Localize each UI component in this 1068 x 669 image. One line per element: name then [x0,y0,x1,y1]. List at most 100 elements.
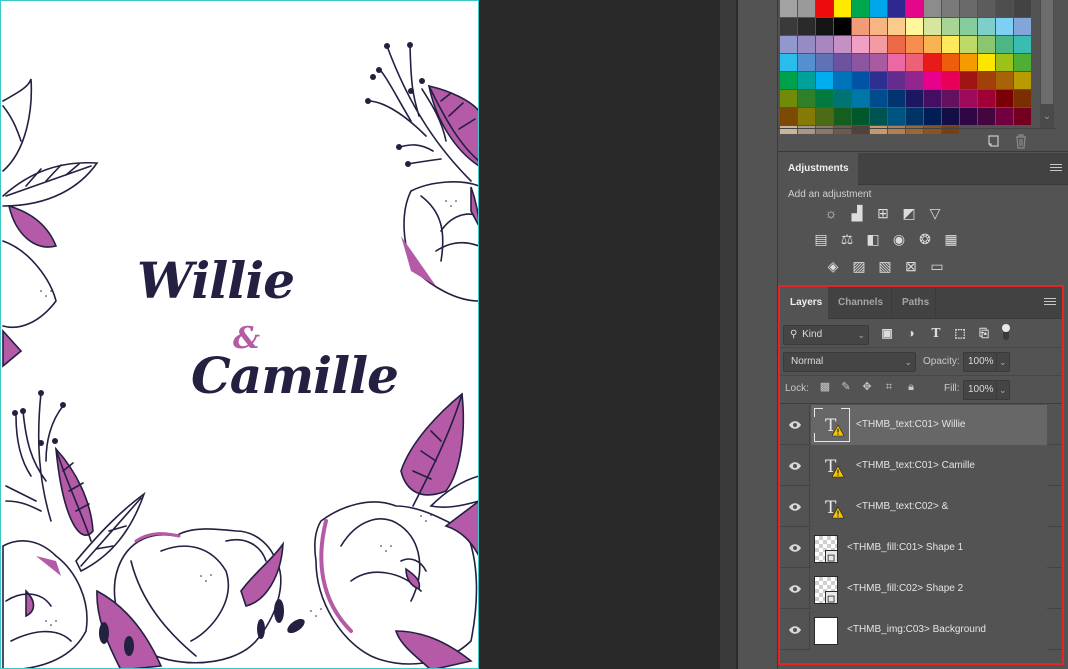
swatch[interactable] [942,36,959,53]
document-canvas[interactable]: Willie & Camille [0,0,479,669]
text-layer-warning-icon[interactable]: T [823,456,845,478]
swatch[interactable] [780,108,797,125]
threshold-icon[interactable]: ▧ [876,258,894,275]
swatch[interactable] [978,36,995,53]
channel-mixer-icon[interactable]: ❂ [916,231,934,248]
swatch[interactable] [960,0,977,17]
layer-row[interactable]: <THMB_img:C03> Background [780,610,1062,650]
swatch[interactable] [996,72,1013,89]
swatch[interactable] [942,72,959,89]
filter-kind-select[interactable]: ⚲ Kind ⌄ [783,325,869,345]
visibility-toggle[interactable] [780,528,810,568]
swatch[interactable] [906,90,923,107]
visibility-toggle[interactable] [780,610,810,650]
layer-item[interactable]: <THMB_img:C03> Background [811,610,1047,650]
swatch[interactable] [924,72,941,89]
swatch[interactable] [960,18,977,35]
swatch[interactable] [870,36,887,53]
lock-artboard-icon[interactable]: ⌗ [882,380,896,394]
swatch[interactable] [1014,0,1031,17]
swatch[interactable] [906,72,923,89]
gradient-map-icon[interactable]: ▭ [928,258,946,275]
swatch[interactable] [798,108,815,125]
swatch[interactable] [798,90,815,107]
vibrance-icon[interactable]: ▽ [926,205,944,222]
swatch[interactable] [942,54,959,71]
swatch[interactable] [852,54,869,71]
new-swatch-icon[interactable] [986,134,1000,148]
swatch[interactable] [996,90,1013,107]
swatch[interactable] [852,72,869,89]
swatch[interactable] [906,18,923,35]
swatch[interactable] [852,18,869,35]
swatch[interactable] [942,0,959,17]
lock-all-icon[interactable]: 🔒︎ [904,380,918,394]
swatch[interactable] [816,90,833,107]
hue-saturation-icon[interactable]: ▤ [812,231,830,248]
swatch[interactable] [978,18,995,35]
panel-divider[interactable] [720,0,737,669]
swatch[interactable] [996,36,1013,53]
swatch[interactable] [978,54,995,71]
swatch[interactable] [906,0,923,17]
swatch[interactable] [924,0,941,17]
image-layer-thumbnail[interactable] [814,617,838,645]
visibility-toggle[interactable] [780,405,810,445]
swatch[interactable] [852,90,869,107]
scrollbar-thumb[interactable] [1041,0,1053,104]
tab-adjustments[interactable]: Adjustments [778,153,858,185]
delete-swatch-icon[interactable] [1014,133,1028,149]
swatch[interactable] [816,108,833,125]
color-lookup-icon[interactable]: ▦ [942,231,960,248]
canvas-area[interactable]: Willie & Camille [0,0,720,669]
swatch[interactable] [888,72,905,89]
swatch[interactable] [852,36,869,53]
text-camille[interactable]: Camille [191,346,399,405]
swatch[interactable] [870,0,887,17]
layer-row[interactable]: T <THMB_text:C01> Willie [780,405,1062,445]
swatch[interactable] [978,90,995,107]
swatch[interactable] [798,36,815,53]
swatch[interactable] [888,36,905,53]
swatch[interactable] [960,54,977,71]
swatch[interactable] [870,54,887,71]
layer-row[interactable]: <THMB_fill:C01> Shape 1 [780,528,1062,568]
swatch[interactable] [924,18,941,35]
swatch[interactable] [960,72,977,89]
swatch[interactable] [1014,108,1031,125]
swatch[interactable] [942,108,959,125]
swatch[interactable] [996,54,1013,71]
swatch[interactable] [870,18,887,35]
tab-layers[interactable]: Layers [780,287,828,319]
layer-row[interactable]: T <THMB_text:C01> Camille [780,446,1062,486]
layer-name[interactable]: <THMB_img:C03> Background [847,610,986,650]
swatch[interactable] [816,54,833,71]
swatch[interactable] [834,0,851,17]
swatch[interactable] [996,0,1013,17]
posterize-icon[interactable]: ▨ [850,258,868,275]
swatch[interactable] [798,54,815,71]
swatch[interactable] [816,72,833,89]
exposure-icon[interactable]: ◩ [900,205,918,222]
swatch[interactable] [996,18,1013,35]
layer-item[interactable]: T <THMB_text:C01> Willie [811,405,1047,445]
visibility-toggle[interactable] [780,487,810,527]
swatch[interactable] [1014,54,1031,71]
blend-mode-select[interactable]: Normal ⌄ [783,352,916,372]
swatch[interactable] [1014,72,1031,89]
swatch[interactable] [906,54,923,71]
swatch[interactable] [870,108,887,125]
swatch[interactable] [888,90,905,107]
tab-channels[interactable]: Channels [828,287,892,319]
swatch[interactable] [888,0,905,17]
layer-name[interactable]: <THMB_fill:C02> Shape 2 [847,569,963,609]
swatch[interactable] [906,36,923,53]
swatch[interactable] [960,90,977,107]
swatch[interactable] [924,54,941,71]
swatch[interactable] [888,108,905,125]
swatch[interactable] [798,18,815,35]
lock-position-icon[interactable]: ✥ [860,380,874,394]
shape-layer-thumbnail[interactable] [814,535,838,563]
layer-name[interactable]: <THMB_text:C01> Camille [856,446,975,486]
swatch[interactable] [942,90,959,107]
